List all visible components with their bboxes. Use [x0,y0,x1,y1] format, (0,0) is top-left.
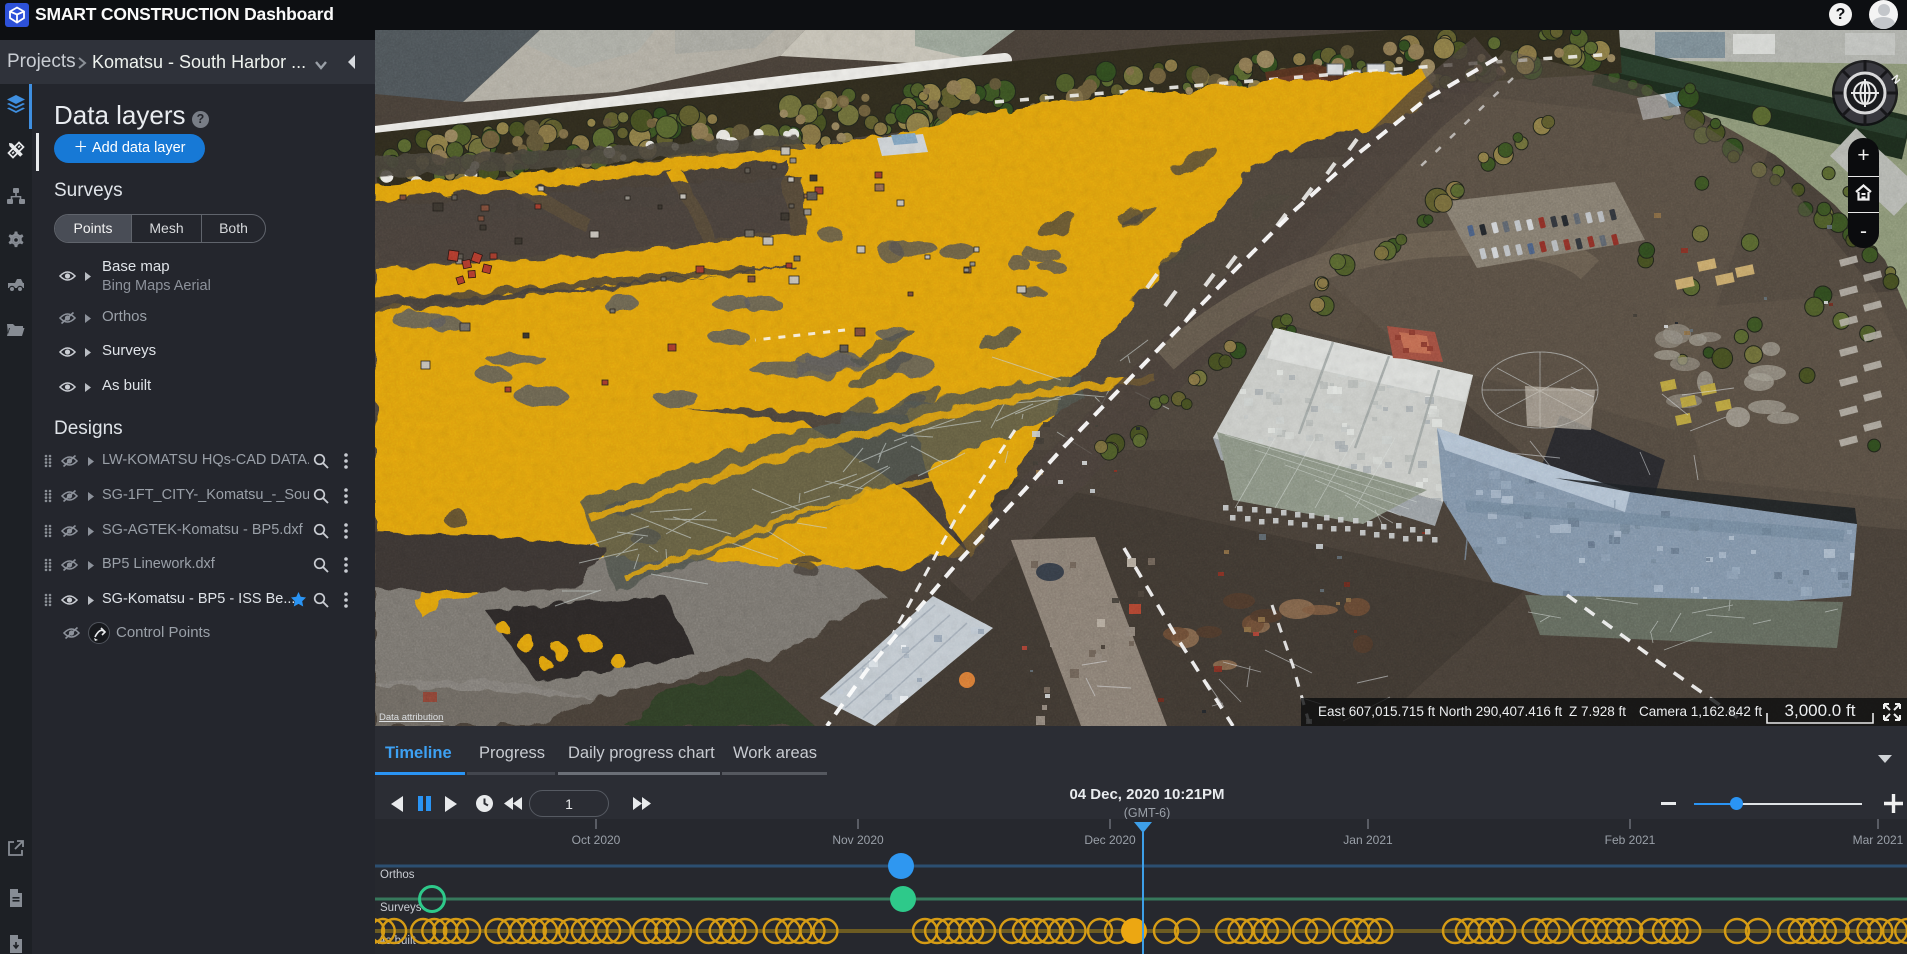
svg-text:Jan 2021: Jan 2021 [1343,833,1393,847]
svg-text:Nov 2020: Nov 2020 [832,833,884,847]
svg-text:Surveys: Surveys [380,902,422,914]
svg-text:Mar 2021: Mar 2021 [1853,833,1904,847]
svg-text:Dec 2020: Dec 2020 [1084,833,1136,847]
svg-text:Oct 2020: Oct 2020 [572,833,621,847]
svg-text:Orthos: Orthos [380,869,415,881]
svg-text:Feb 2021: Feb 2021 [1605,833,1656,847]
